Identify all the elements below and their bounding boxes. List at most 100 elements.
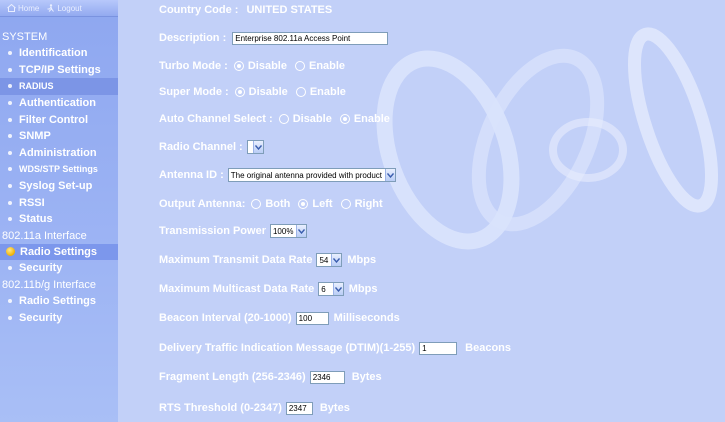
- sidebar-item-wds-stp-settings[interactable]: WDS/STP Settings: [0, 161, 118, 178]
- country-code-value: UNITED STATES: [246, 4, 333, 16]
- auto-channel-row: Auto Channel Select : Disable Enable: [159, 111, 396, 127]
- tx-power-label: Transmission Power: [159, 225, 266, 237]
- radio-channel-label: Radio Channel :: [159, 141, 243, 153]
- rts-threshold-label: RTS Threshold (0-2347): [159, 402, 282, 414]
- output-antenna-left-radio[interactable]: [298, 199, 309, 209]
- super-disable-radio[interactable]: [234, 87, 245, 97]
- auto-channel-enable-radio[interactable]: [339, 114, 350, 124]
- sidebar-item-bg-security[interactable]: Security: [0, 309, 118, 326]
- main-panel: Country Code : UNITED STATES Description…: [118, 0, 725, 422]
- sidebar-item-label: SNMP: [19, 130, 51, 143]
- max-tx-rate-value: 54: [319, 255, 329, 265]
- sidebar-item-label: Identification: [19, 47, 88, 60]
- super-mode-label: Super Mode :: [159, 86, 229, 98]
- sidebar-item-status[interactable]: Status: [0, 211, 118, 228]
- radio-channel-select[interactable]: [246, 140, 264, 154]
- sidebar-item-a-radio-settings[interactable]: Radio Settings: [0, 243, 118, 261]
- max-tx-rate-select[interactable]: 54: [316, 253, 343, 267]
- section-title-80211a-interface: 802.11a Interface: [2, 229, 87, 242]
- antenna-id-row: Antenna ID : The original antenna provid…: [159, 167, 396, 183]
- antenna-id-value: The original antenna provided with produ…: [230, 170, 382, 180]
- max-tx-rate-row: Maximum Transmit Data Rate 54 Mbps: [159, 252, 376, 268]
- output-antenna-both-radio[interactable]: [251, 199, 262, 209]
- description-input[interactable]: [232, 31, 389, 45]
- tx-power-select[interactable]: 100%: [269, 224, 308, 238]
- output-antenna-left-label: Left: [312, 198, 333, 210]
- auto-channel-label: Auto Channel Select :: [159, 113, 273, 125]
- turbo-enable-radio[interactable]: [294, 61, 305, 71]
- chevron-down-icon: [252, 141, 263, 153]
- logout-link[interactable]: Logout: [46, 3, 82, 13]
- description-row: Description :: [159, 30, 389, 46]
- logout-label: Logout: [57, 3, 82, 13]
- bullet-icon: [8, 315, 12, 320]
- sidebar-item-bg-radio-settings[interactable]: Radio Settings: [0, 293, 118, 310]
- bullet-icon: [8, 117, 12, 122]
- antenna-id-label: Antenna ID :: [159, 169, 224, 181]
- turbo-disable-radio[interactable]: [233, 61, 244, 71]
- sidebar-item-filter-control[interactable]: Filter Control: [0, 111, 118, 128]
- country-code-row: Country Code : UNITED STATES: [159, 2, 332, 18]
- sidebar-item-tcpip-settings[interactable]: TCP/IP Settings: [0, 62, 118, 79]
- chevron-down-icon: [332, 283, 343, 295]
- sidebar-item-label: Radio Settings: [19, 295, 97, 308]
- antenna-id-select[interactable]: The original antenna provided with produ…: [227, 168, 396, 182]
- max-multicast-rate-label: Maximum Multicast Data Rate: [159, 283, 315, 295]
- logout-icon: [47, 4, 55, 12]
- sidebar-item-label: Status: [19, 213, 53, 226]
- sidebar-item-identification[interactable]: Identification: [0, 45, 118, 62]
- bullet-icon: [8, 150, 12, 155]
- bullet-icon: [8, 67, 12, 72]
- country-code-label: Country Code :: [159, 4, 239, 16]
- chevron-down-icon: [385, 169, 395, 181]
- max-multicast-rate-select[interactable]: 6: [318, 282, 344, 296]
- max-tx-rate-label: Maximum Transmit Data Rate: [159, 254, 313, 266]
- beacon-interval-label: Beacon Interval (20-1000): [159, 312, 292, 324]
- sidebar-item-radius[interactable]: RADIUS: [0, 78, 118, 95]
- tx-power-row: Transmission Power 100%: [159, 223, 308, 239]
- bullet-icon: [8, 101, 12, 106]
- turbo-mode-row: Turbo Mode : Disable Enable: [159, 58, 351, 74]
- home-link[interactable]: Home: [7, 4, 39, 13]
- sidebar-item-label: Security: [19, 262, 63, 275]
- sidebar-item-syslog-setup[interactable]: Syslog Set-up: [0, 178, 118, 195]
- chevron-down-icon: [331, 254, 342, 266]
- turbo-mode-label: Turbo Mode :: [159, 60, 228, 72]
- fragment-length-label: Fragment Length (256-2346): [159, 371, 306, 383]
- dtim-unit: Beacons: [465, 342, 511, 354]
- max-multicast-rate-unit: Mbps: [348, 283, 378, 295]
- output-antenna-label: Output Antenna:: [159, 198, 246, 210]
- bullet-icon: [8, 266, 12, 271]
- bullet-icon: [8, 217, 12, 222]
- super-enable-label: Enable: [309, 86, 346, 98]
- super-enable-radio[interactable]: [295, 87, 306, 97]
- home-icon: [7, 4, 16, 12]
- beacon-interval-input[interactable]: [295, 311, 329, 325]
- dtim-input[interactable]: [419, 341, 458, 355]
- sidebar-item-snmp[interactable]: SNMP: [0, 128, 118, 145]
- max-multicast-rate-row: Maximum Multicast Data Rate 6 Mbps: [159, 281, 377, 297]
- fragment-length-row: Fragment Length (256-2346) Bytes: [159, 369, 382, 385]
- dtim-row: Delivery Traffic Indication Message (DTI…: [159, 340, 511, 356]
- rts-threshold-input[interactable]: [285, 401, 313, 415]
- sidebar-item-administration[interactable]: Administration: [0, 145, 118, 162]
- home-label: Home: [18, 3, 40, 13]
- auto-channel-disable-radio[interactable]: [278, 114, 289, 124]
- fragment-length-input[interactable]: [309, 370, 345, 384]
- bullet-icon: [8, 51, 12, 56]
- sidebar-item-a-security[interactable]: Security: [0, 260, 118, 277]
- sidebar-topbar: Home Logout: [0, 0, 118, 17]
- sidebar: Home Logout SYSTEM Identification TCP/IP…: [0, 0, 118, 422]
- sidebar-item-authentication[interactable]: Authentication: [0, 95, 118, 112]
- sidebar-item-label: RSSI: [19, 196, 45, 209]
- description-label: Description :: [159, 32, 227, 44]
- bullet-icon: [8, 167, 12, 172]
- sidebar-item-label: Syslog Set-up: [19, 180, 93, 193]
- sidebar-item-rssi[interactable]: RSSI: [0, 194, 118, 211]
- output-antenna-row: Output Antenna: Both Left Right: [159, 196, 389, 212]
- output-antenna-right-radio[interactable]: [340, 199, 351, 209]
- rts-threshold-row: RTS Threshold (0-2347) Bytes: [159, 400, 350, 416]
- bullet-icon: [8, 184, 12, 189]
- sidebar-item-label: Administration: [19, 146, 97, 159]
- chevron-down-icon: [296, 225, 307, 237]
